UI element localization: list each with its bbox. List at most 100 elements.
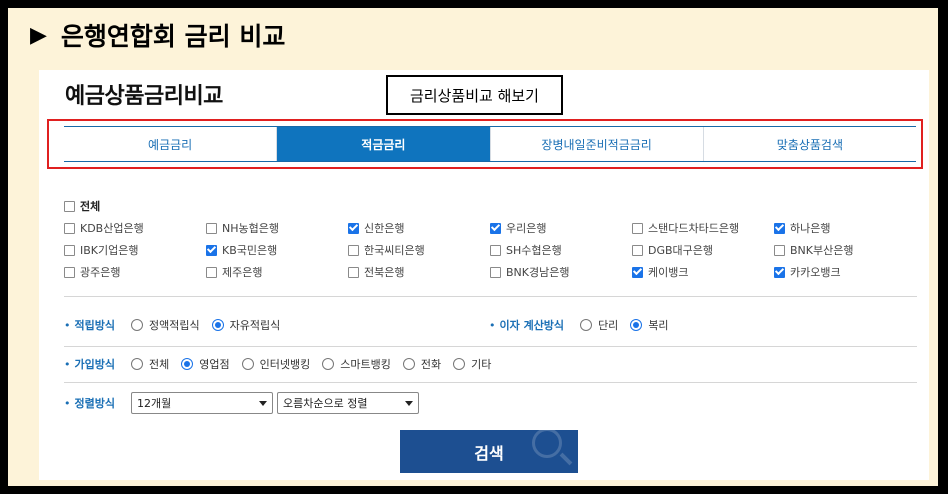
bank-all-label: 전체 — [80, 200, 101, 213]
radio-button[interactable] — [630, 319, 643, 331]
checkbox[interactable] — [774, 266, 785, 278]
bank-option[interactable]: 케이뱅크 — [632, 264, 688, 280]
magnifier-icon — [532, 430, 562, 458]
page-title: 예금상품금리비교 — [65, 84, 223, 109]
radio-option[interactable]: 인터넷뱅킹 — [241, 356, 311, 372]
radio-option[interactable]: 전화 — [402, 356, 441, 372]
checkbox[interactable] — [206, 244, 217, 256]
radio-button[interactable] — [241, 358, 254, 370]
checkbox[interactable] — [632, 244, 643, 256]
bank-option[interactable]: 한국씨티은행 — [348, 242, 425, 258]
bank-option[interactable]: KDB산업은행 — [64, 220, 144, 236]
bank-label: DGB대구은행 — [648, 244, 714, 257]
join-method-row: • 가입방식 전체 영업점 인터넷뱅킹 스마트뱅킹 전화 기타 — [64, 356, 503, 372]
bank-option[interactable]: 신한은행 — [348, 220, 404, 236]
tab-deposit-rate[interactable]: 예금금리 — [64, 127, 278, 161]
order-select[interactable]: 오름차순으로 정렬 — [276, 392, 419, 414]
period-select-value: 12개월 — [136, 397, 172, 410]
checkbox[interactable] — [206, 266, 217, 278]
radio-button[interactable] — [130, 358, 143, 370]
bank-option[interactable]: 전북은행 — [348, 264, 404, 280]
radio-option[interactable]: 정액적립식 — [130, 317, 200, 333]
checkbox[interactable] — [632, 222, 643, 234]
radio-button[interactable] — [402, 358, 415, 370]
checkbox[interactable] — [64, 200, 75, 212]
bank-label: BNK경남은행 — [506, 266, 570, 279]
bank-option[interactable]: 카카오뱅크 — [774, 264, 841, 280]
sort-method-label: 정렬방식 — [74, 397, 115, 410]
bank-option[interactable]: SH수협은행 — [490, 242, 562, 258]
join-method-choices: 전체 영업점 인터넷뱅킹 스마트뱅킹 전화 기타 — [130, 356, 503, 372]
tab-savings-rate[interactable]: 적금금리 — [277, 127, 491, 161]
checkbox[interactable] — [490, 244, 501, 256]
radio-label: 영업점 — [199, 358, 230, 371]
bank-option[interactable]: DGB대구은행 — [632, 242, 713, 258]
bank-label: NH농협은행 — [222, 222, 279, 235]
bank-option[interactable]: BNK경남은행 — [490, 264, 569, 280]
bank-label: 신한은행 — [364, 222, 405, 235]
radio-option[interactable]: 전체 — [130, 356, 169, 372]
frame: ▶ 은행연합회 금리 비교 예금상품금리비교 금리상품비교 해보기 예금금리 적… — [8, 8, 938, 486]
bank-all-option[interactable]: 전체 — [64, 198, 100, 214]
radio-button[interactable] — [453, 358, 466, 370]
checkbox[interactable] — [64, 222, 75, 234]
checkbox[interactable] — [348, 266, 359, 278]
bullet-icon: • — [64, 357, 71, 371]
radio-option[interactable]: 스마트뱅킹 — [322, 356, 391, 372]
radio-button[interactable] — [211, 319, 224, 331]
bank-option[interactable]: NH농협은행 — [206, 220, 279, 236]
radio-label: 스마트뱅킹 — [340, 358, 391, 371]
checkbox[interactable] — [490, 266, 501, 278]
bullet-icon: • — [64, 396, 71, 410]
checkbox[interactable] — [348, 222, 359, 234]
chevron-down-icon — [404, 400, 413, 406]
bank-option[interactable]: 스탠다드차타드은행 — [632, 220, 739, 236]
radio-button[interactable] — [580, 319, 593, 331]
bullet-icon: • — [64, 318, 71, 332]
bank-label: 스탠다드차타드은행 — [648, 222, 740, 235]
tab-custom-search[interactable]: 맞춤상품검색 — [703, 127, 916, 161]
radio-option[interactable]: 기타 — [453, 356, 491, 372]
radio-option[interactable]: 자유적립식 — [211, 317, 280, 333]
checkbox[interactable] — [490, 222, 501, 234]
bank-option[interactable]: 우리은행 — [490, 220, 546, 236]
play-triangle-icon: ▶ — [30, 22, 47, 48]
search-button[interactable]: 검색 — [400, 430, 578, 473]
bank-option[interactable]: IBK기업은행 — [64, 242, 138, 258]
bank-option[interactable]: BNK부산은행 — [774, 242, 853, 258]
radio-option[interactable]: 영업점 — [181, 356, 230, 372]
divider — [64, 382, 917, 383]
radio-button[interactable] — [130, 319, 143, 331]
radio-option[interactable]: 복리 — [630, 317, 669, 333]
bank-option[interactable]: KB국민은행 — [206, 242, 277, 258]
tab-soldier-savings-rate[interactable]: 장병내일준비적금금리 — [490, 127, 704, 161]
radio-label: 인터넷뱅킹 — [259, 358, 311, 371]
checkbox[interactable] — [632, 266, 643, 278]
checkbox[interactable] — [64, 266, 75, 278]
bank-label: KB국민은행 — [222, 244, 278, 257]
bank-option[interactable]: 하나은행 — [774, 220, 830, 236]
chevron-down-icon — [258, 400, 267, 406]
checkbox[interactable] — [206, 222, 217, 234]
bank-label: IBK기업은행 — [80, 244, 139, 257]
sort-method-row: • 정렬방식 12개월 오름차순으로 정렬 — [64, 392, 419, 414]
radio-button[interactable] — [322, 358, 335, 370]
join-method-label: 가입방식 — [74, 358, 115, 371]
radio-label: 단리 — [598, 319, 619, 332]
divider — [64, 296, 917, 297]
checkbox[interactable] — [774, 222, 785, 234]
savings-method-label: 적립방식 — [74, 319, 115, 332]
bank-option[interactable]: 제주은행 — [206, 264, 262, 280]
radio-option[interactable]: 단리 — [580, 317, 618, 333]
checkbox[interactable] — [348, 244, 359, 256]
section-header: ▶ 은행연합회 금리 비교 — [30, 18, 285, 52]
bank-label: KDB산업은행 — [80, 222, 144, 235]
savings-method-choices: 정액적립식 자유적립식 — [130, 317, 292, 333]
checkbox[interactable] — [64, 244, 75, 256]
period-select[interactable]: 12개월 — [130, 392, 273, 414]
radio-button[interactable] — [181, 358, 194, 370]
rate-compare-panel: 예금상품금리비교 금리상품비교 해보기 예금금리 적금금리 장병내일준비적금금리… — [39, 70, 929, 480]
order-select-value: 오름차순으로 정렬 — [282, 397, 368, 410]
bank-option[interactable]: 광주은행 — [64, 264, 120, 280]
checkbox[interactable] — [774, 244, 785, 256]
